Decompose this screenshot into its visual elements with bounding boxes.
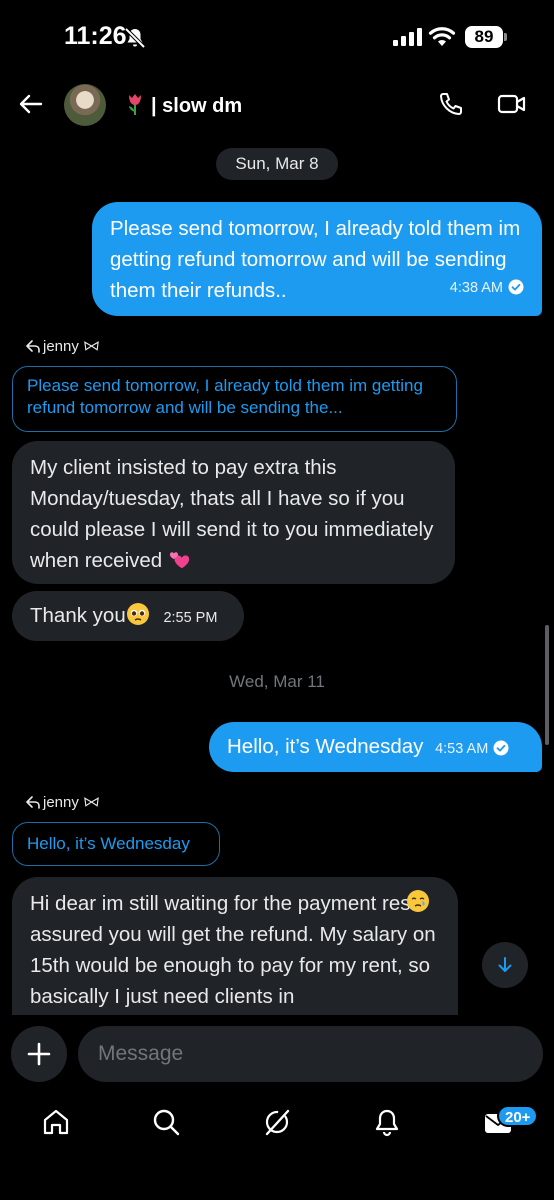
message-input[interactable]	[78, 1026, 543, 1082]
message-text: Hello, it’s Wednesday	[227, 735, 424, 758]
battery-tip	[504, 33, 507, 41]
battery-level: 89	[474, 27, 494, 46]
date-separator: Sun, Mar 8	[216, 148, 338, 180]
message-text: My client insisted to pay extra this Mon…	[30, 456, 434, 572]
conversation-title-text: | slow dm	[151, 95, 243, 117]
plus-icon	[27, 1042, 51, 1066]
reply-context-label: jenny	[26, 794, 100, 811]
read-check-icon	[493, 740, 509, 756]
pleading-face-emoji-icon	[126, 603, 149, 625]
avatar[interactable]	[64, 84, 106, 126]
video-call-icon[interactable]	[497, 92, 527, 116]
two-hearts-emoji-icon	[169, 552, 190, 569]
received-message[interactable]: My client insisted to pay extra this Mon…	[12, 441, 455, 584]
read-check-icon	[508, 279, 524, 295]
reply-arrow-icon	[26, 796, 40, 809]
bell-slash-icon	[124, 27, 146, 49]
message-meta: 4:38 AM	[450, 273, 524, 304]
bow-emoji-icon	[84, 797, 99, 807]
battery-indicator: 89	[465, 26, 507, 48]
received-message[interactable]: Thank you 2:55 PM	[12, 591, 244, 641]
conversation-title[interactable]: | slow dm	[123, 92, 242, 118]
tulip-emoji-icon	[129, 94, 141, 115]
scrollbar[interactable]	[545, 625, 549, 745]
reply-author: jenny	[43, 338, 84, 355]
add-media-button[interactable]	[11, 1026, 67, 1082]
sent-message[interactable]: Hello, it’s Wednesday 4:53 AM	[209, 722, 542, 772]
quoted-message[interactable]: Please send tomorrow, I already told the…	[12, 366, 457, 432]
arrow-down-icon	[498, 957, 512, 972]
notifications-bell-icon[interactable]	[372, 1107, 402, 1137]
status-bar: 11:26 89	[0, 0, 554, 72]
reply-context-label: jenny	[26, 338, 100, 355]
received-message[interactable]: Hi dear im still waiting for the payment…	[12, 877, 458, 1015]
message-time: 4:53 AM	[435, 741, 489, 757]
home-icon[interactable]	[41, 1107, 71, 1137]
message-text: Thank you	[30, 604, 126, 627]
bottom-tab-bar: 20+	[0, 1097, 554, 1200]
message-time: 4:38 AM	[449, 280, 503, 296]
message-composer	[0, 1015, 554, 1097]
quoted-message[interactable]: Hello, it’s Wednesday	[12, 822, 220, 866]
status-time: 11:26	[64, 22, 127, 50]
messages-badge: 20+	[497, 1105, 539, 1127]
conversation-header: | slow dm	[0, 72, 554, 138]
message-text: Hi dear im still waiting for the payment…	[30, 892, 436, 1008]
phone-call-icon[interactable]	[438, 91, 464, 117]
message-time: 2:55 PM	[163, 610, 218, 626]
wifi-icon	[428, 27, 456, 46]
date-separator: Wed, Mar 11	[229, 672, 325, 691]
search-icon[interactable]	[151, 1107, 181, 1137]
reply-arrow-icon	[26, 340, 40, 353]
message-thread[interactable]: Sun, Mar 8 Please send tomorrow, I alrea…	[0, 138, 554, 1015]
grok-icon[interactable]	[262, 1107, 292, 1137]
sent-message[interactable]: Please send tomorrow, I already told the…	[92, 202, 542, 316]
back-arrow-icon[interactable]	[18, 91, 44, 117]
reply-author: jenny	[43, 794, 84, 811]
crying-face-emoji-icon	[407, 890, 429, 912]
bow-emoji-icon	[84, 341, 99, 351]
message-meta: 4:53 AM	[435, 740, 509, 757]
cellular-signal-icon	[393, 28, 422, 46]
scroll-to-bottom-button[interactable]	[482, 942, 528, 988]
